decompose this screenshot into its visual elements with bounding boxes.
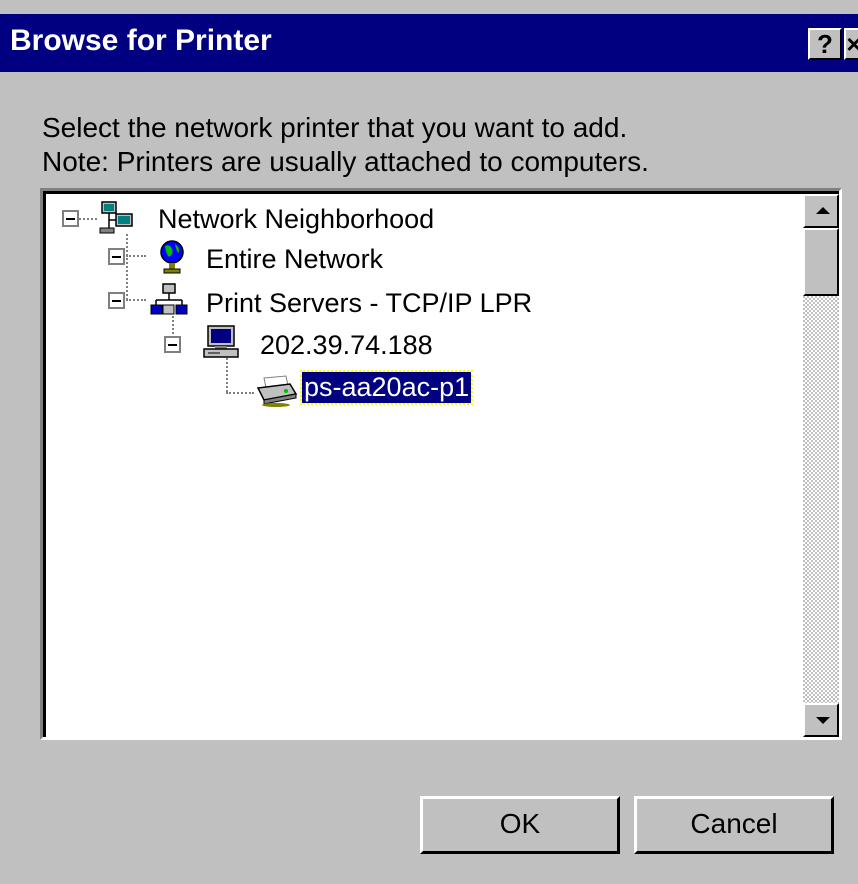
help-button[interactable]: ? [808, 28, 842, 60]
tree-item-computer[interactable]: 202.39.74.188 [260, 330, 433, 361]
cancel-button[interactable]: Cancel [634, 796, 834, 854]
collapse-toggle-computer[interactable] [164, 336, 181, 353]
printer-icon [256, 374, 298, 413]
note-text: Note: Printers are usually attached to c… [42, 146, 649, 177]
arrow-down-icon [816, 717, 830, 724]
globe-icon [156, 238, 188, 281]
printer-tree-view[interactable]: Network Neighborhood Entire Network Prin… [40, 188, 842, 740]
tree-connector [126, 234, 128, 300]
tree-item-entire-network[interactable]: Entire Network [206, 244, 383, 275]
collapse-toggle-entire-network[interactable] [108, 248, 125, 265]
window-title: Browse for Printer [10, 24, 272, 57]
title-bar[interactable]: Browse for Printer ? × [0, 14, 858, 72]
tree-connector [79, 218, 97, 220]
close-button[interactable]: × [844, 28, 858, 60]
collapse-toggle-print-servers[interactable] [108, 292, 125, 309]
tree-item-printer-selected[interactable]: ps-aa20ac-p1 [299, 370, 474, 405]
tree-connector [126, 299, 146, 301]
arrow-up-icon [816, 207, 830, 214]
instruction-text: Select the network printer that you want… [42, 112, 628, 143]
network-servers-icon [150, 282, 188, 323]
tree-item-network-neighborhood[interactable]: Network Neighborhood [158, 204, 434, 235]
scroll-up-button[interactable] [803, 194, 839, 228]
tree-connector [126, 255, 146, 257]
tree-item-print-servers[interactable]: Print Servers - TCP/IP LPR [206, 288, 532, 319]
ok-button[interactable]: OK [420, 796, 620, 854]
vertical-scrollbar[interactable] [803, 194, 839, 737]
tree-connector [226, 392, 254, 394]
scroll-thumb[interactable] [803, 228, 839, 296]
network-neighborhood-icon [98, 200, 136, 241]
collapse-toggle-network-neighborhood[interactable] [62, 210, 79, 227]
browse-for-printer-dialog: Browse for Printer ? × Select the networ… [0, 0, 858, 884]
scroll-down-button[interactable] [803, 703, 839, 737]
computer-icon [202, 324, 240, 365]
